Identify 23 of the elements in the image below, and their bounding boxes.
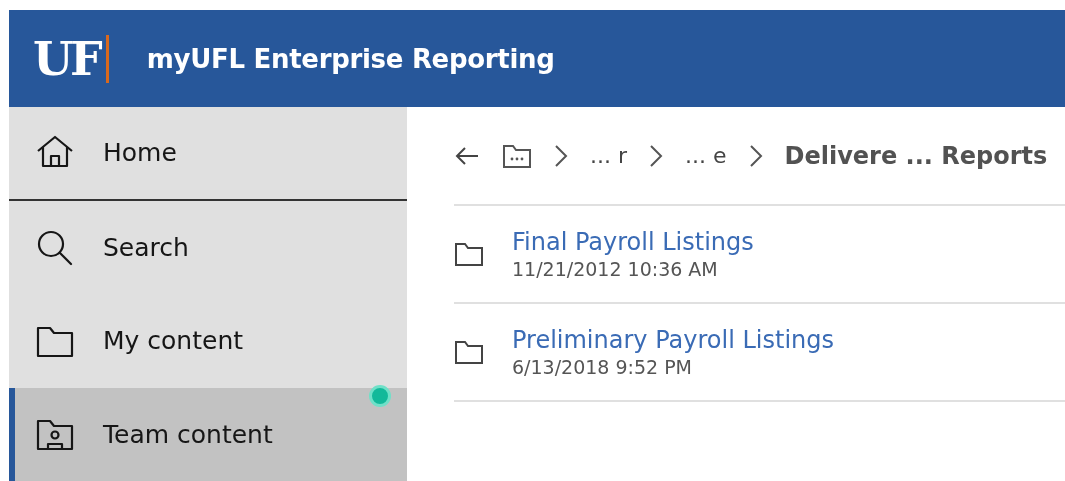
folder-icon xyxy=(454,339,484,365)
logo: UF xyxy=(33,35,100,82)
folder-icon xyxy=(454,241,484,267)
breadcrumb-link[interactable]: ... e xyxy=(685,143,727,168)
modified-date: 11/21/2012 10:36 AM xyxy=(512,258,719,280)
modified-date: 6/13/2018 9:52 PM xyxy=(512,356,694,378)
sidebar-item[interactable]: Team content xyxy=(9,387,407,481)
chevron-icon xyxy=(649,143,664,168)
sidebar-item[interactable]: My content xyxy=(9,294,407,388)
folder-icon[interactable] xyxy=(502,142,532,169)
sidebar-item[interactable]: Search xyxy=(9,200,407,295)
back-arrow-icon[interactable] xyxy=(454,145,480,166)
app-title: myUFL Enterprise Reporting xyxy=(146,43,555,74)
status-dot xyxy=(369,385,391,407)
chevron-icon xyxy=(554,143,568,168)
folder-link[interactable]: Preliminary Payroll Listings xyxy=(512,326,835,354)
sidebar-item[interactable]: Home xyxy=(9,107,407,201)
chevron-icon xyxy=(748,143,763,168)
current-folder: Delivere ... Reports xyxy=(784,141,1048,170)
search-icon xyxy=(35,228,75,267)
logo-divider xyxy=(105,34,109,83)
folder-link[interactable]: Final Payroll Listings xyxy=(512,228,754,256)
breadcrumb-link[interactable]: ... r xyxy=(590,143,628,168)
